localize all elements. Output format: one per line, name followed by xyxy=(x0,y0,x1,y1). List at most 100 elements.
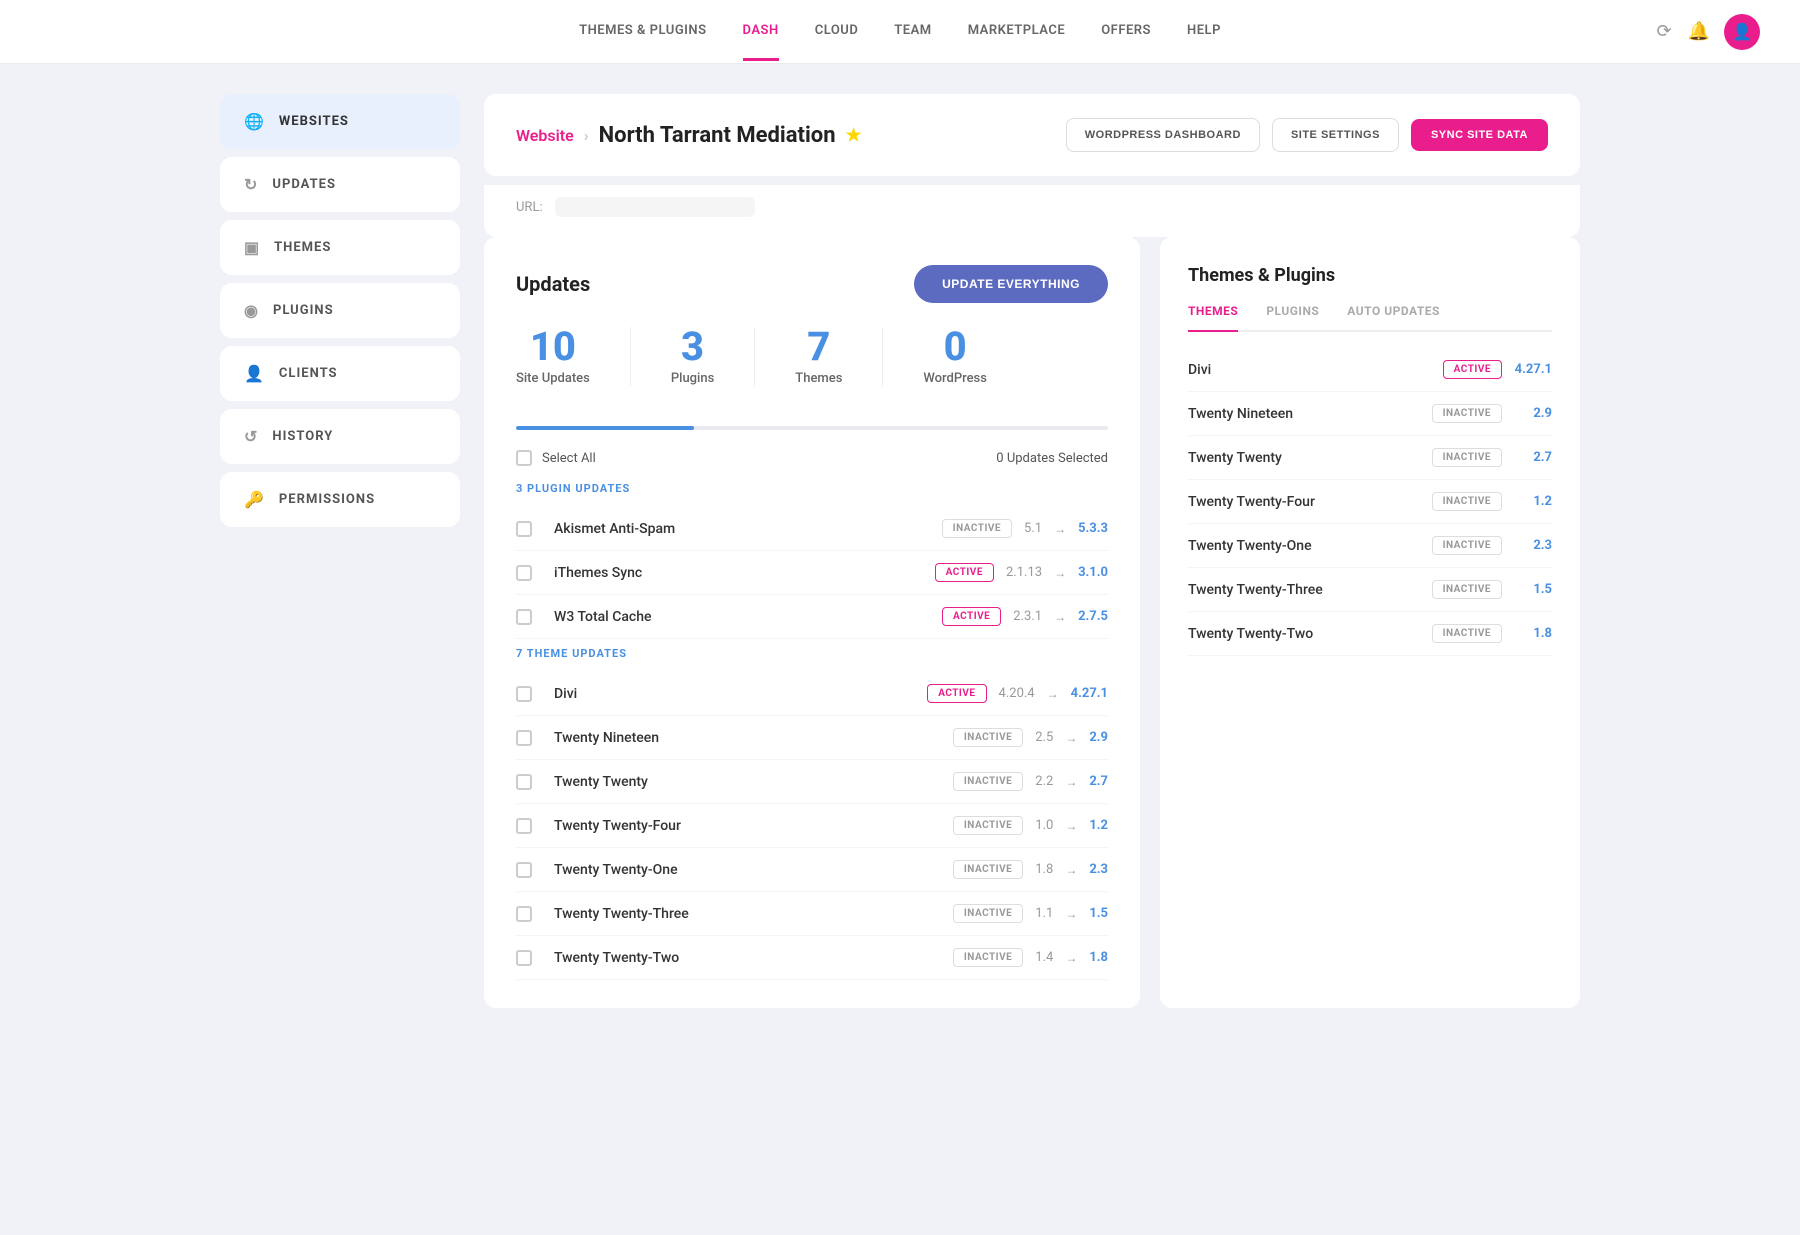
plugin-version-old: 5.1 xyxy=(1024,521,1042,536)
version-arrow-icon: → xyxy=(1065,907,1077,921)
plugin-name: iThemes Sync xyxy=(554,565,923,581)
stat-plugins: 3 Plugins xyxy=(671,327,714,386)
theme-name: Twenty Twenty-One xyxy=(554,862,941,878)
url-value xyxy=(555,197,755,217)
theme-name: Twenty Twenty-Three xyxy=(554,906,941,922)
select-all-checkbox[interactable] xyxy=(516,450,532,466)
theme-panel-version: 2.9 xyxy=(1512,406,1552,421)
updates-panel-header: Updates UPDATE EVERYTHING xyxy=(516,265,1108,303)
sidebar-item-themes[interactable]: ▣ THEMES xyxy=(220,220,460,275)
theme-checkbox[interactable] xyxy=(516,686,532,702)
theme-checkbox[interactable] xyxy=(516,950,532,966)
version-arrow-icon: → xyxy=(1047,687,1059,701)
theme-panel-version: 1.5 xyxy=(1512,582,1552,597)
theme-panel-name: Twenty Twenty xyxy=(1188,450,1422,466)
themes-panel-title: Themes & Plugins xyxy=(1188,265,1552,286)
avatar[interactable]: 👤 xyxy=(1724,14,1760,50)
updates-title: Updates xyxy=(516,272,590,296)
plugin-checkbox[interactable] xyxy=(516,521,532,537)
theme-checkbox[interactable] xyxy=(516,730,532,746)
sync-button[interactable]: SYNC SITE DATA xyxy=(1411,119,1548,151)
version-arrow-icon: → xyxy=(1054,610,1066,624)
sidebar-item-websites[interactable]: 🌐 WEBSITES xyxy=(220,94,460,149)
stats-row: 10 Site Updates 3 Plugins 7 Themes xyxy=(516,327,1108,402)
theme-panel-row: Twenty Twenty-One INACTIVE 2.3 xyxy=(1188,524,1552,568)
sidebar-label-permissions: PERMISSIONS xyxy=(279,492,375,507)
stat-themes: 7 Themes xyxy=(795,327,842,386)
update-everything-button[interactable]: UPDATE EVERYTHING xyxy=(914,265,1108,303)
theme-update-row: Twenty Twenty-One INACTIVE 1.8 → 2.3 xyxy=(516,848,1108,892)
nav-cloud[interactable]: CLOUD xyxy=(815,3,859,61)
sidebar-label-history: HISTORY xyxy=(272,429,333,444)
tab-themes[interactable]: THEMES xyxy=(1188,304,1238,332)
theme-panel-row: Twenty Twenty-Three INACTIVE 1.5 xyxy=(1188,568,1552,612)
theme-checkbox[interactable] xyxy=(516,906,532,922)
globe-icon: 🌐 xyxy=(244,112,265,131)
theme-checkbox[interactable] xyxy=(516,774,532,790)
main-layout: 🌐 WEBSITES ↻ UPDATES ▣ THEMES ◉ PLUGINS … xyxy=(200,64,1600,1038)
nav-help[interactable]: HELP xyxy=(1187,3,1221,61)
nav-themes-plugins[interactable]: THEMES & PLUGINS xyxy=(579,3,706,61)
theme-panel-status-badge: INACTIVE xyxy=(1432,536,1502,555)
site-settings-button[interactable]: SITE SETTINGS xyxy=(1272,118,1399,152)
bell-icon[interactable]: 🔔 xyxy=(1688,21,1710,42)
theme-name: Twenty Twenty-Two xyxy=(554,950,941,966)
theme-status-badge: INACTIVE xyxy=(953,860,1023,879)
theme-status-badge: INACTIVE xyxy=(953,728,1023,747)
updates-panel: Updates UPDATE EVERYTHING 10 Site Update… xyxy=(484,237,1140,1008)
select-all-label: Select All xyxy=(542,451,596,466)
plugin-version-new: 5.3.3 xyxy=(1078,521,1108,536)
breadcrumb: Website › North Tarrant Mediation ★ xyxy=(516,123,862,148)
updates-icon: ↻ xyxy=(244,175,258,194)
theme-update-row: Twenty Twenty INACTIVE 2.2 → 2.7 xyxy=(516,760,1108,804)
nav-team[interactable]: TEAM xyxy=(894,3,931,61)
theme-panel-name: Twenty Twenty-One xyxy=(1188,538,1422,554)
theme-section-label: 7 THEME UPDATES xyxy=(516,647,1108,660)
theme-update-row: Twenty Twenty-Three INACTIVE 1.1 → 1.5 xyxy=(516,892,1108,936)
top-icons: ⟳ 🔔 xyxy=(1656,21,1710,42)
sidebar-item-permissions[interactable]: 🔑 PERMISSIONS xyxy=(220,472,460,527)
breadcrumb-website-link[interactable]: Website xyxy=(516,126,574,145)
nav-dash[interactable]: DASH xyxy=(743,3,779,61)
theme-update-row: Twenty Twenty-Four INACTIVE 1.0 → 1.2 xyxy=(516,804,1108,848)
plugin-section-label: 3 PLUGIN UPDATES xyxy=(516,482,1108,495)
stat-number-plugins: 3 xyxy=(671,327,714,367)
theme-panel-status-badge: INACTIVE xyxy=(1432,580,1502,599)
theme-version-new: 2.3 xyxy=(1089,862,1108,877)
plugin-version-old: 2.3.1 xyxy=(1013,609,1042,624)
tab-plugins[interactable]: PLUGINS xyxy=(1266,304,1319,332)
themes-icon: ▣ xyxy=(244,238,260,257)
theme-checkbox[interactable] xyxy=(516,818,532,834)
stat-label-plugins: Plugins xyxy=(671,371,714,386)
theme-version-old: 4.20.4 xyxy=(999,686,1035,701)
plugin-status-badge: ACTIVE xyxy=(935,563,994,582)
progress-bar xyxy=(516,426,1108,430)
sidebar-item-history[interactable]: ↺ HISTORY xyxy=(220,409,460,464)
sidebar-item-updates[interactable]: ↻ UPDATES xyxy=(220,157,460,212)
star-icon[interactable]: ★ xyxy=(846,125,862,146)
sidebar-item-plugins[interactable]: ◉ PLUGINS xyxy=(220,283,460,338)
stat-number-site: 10 xyxy=(516,327,590,367)
updates-selected-count: 0 Updates Selected xyxy=(996,451,1108,466)
panels-grid: Updates UPDATE EVERYTHING 10 Site Update… xyxy=(484,237,1580,1008)
plugin-update-row: iThemes Sync ACTIVE 2.1.13 → 3.1.0 xyxy=(516,551,1108,595)
nav-offers[interactable]: OFFERS xyxy=(1101,3,1151,61)
wp-dashboard-button[interactable]: WORDPRESS DASHBOARD xyxy=(1066,118,1260,152)
url-label: URL: xyxy=(516,200,543,215)
tab-auto-updates[interactable]: AUTO UPDATES xyxy=(1347,304,1440,332)
version-arrow-icon: → xyxy=(1065,775,1077,789)
theme-status-badge: INACTIVE xyxy=(953,816,1023,835)
theme-panel-status-badge: INACTIVE xyxy=(1432,492,1502,511)
theme-update-row: Twenty Twenty-Two INACTIVE 1.4 → 1.8 xyxy=(516,936,1108,980)
version-arrow-icon: → xyxy=(1065,863,1077,877)
theme-checkbox[interactable] xyxy=(516,862,532,878)
stat-label-wp: WordPress xyxy=(923,371,987,386)
nav-marketplace[interactable]: MARKETPLACE xyxy=(968,3,1066,61)
refresh-icon[interactable]: ⟳ xyxy=(1656,21,1671,42)
sidebar-label-websites: WEBSITES xyxy=(279,114,349,129)
plugin-checkbox[interactable] xyxy=(516,565,532,581)
sidebar-item-clients[interactable]: 👤 CLIENTS xyxy=(220,346,460,401)
plugin-checkbox[interactable] xyxy=(516,609,532,625)
site-header: Website › North Tarrant Mediation ★ WORD… xyxy=(484,94,1580,176)
select-all-row: Select All 0 Updates Selected xyxy=(516,450,1108,466)
